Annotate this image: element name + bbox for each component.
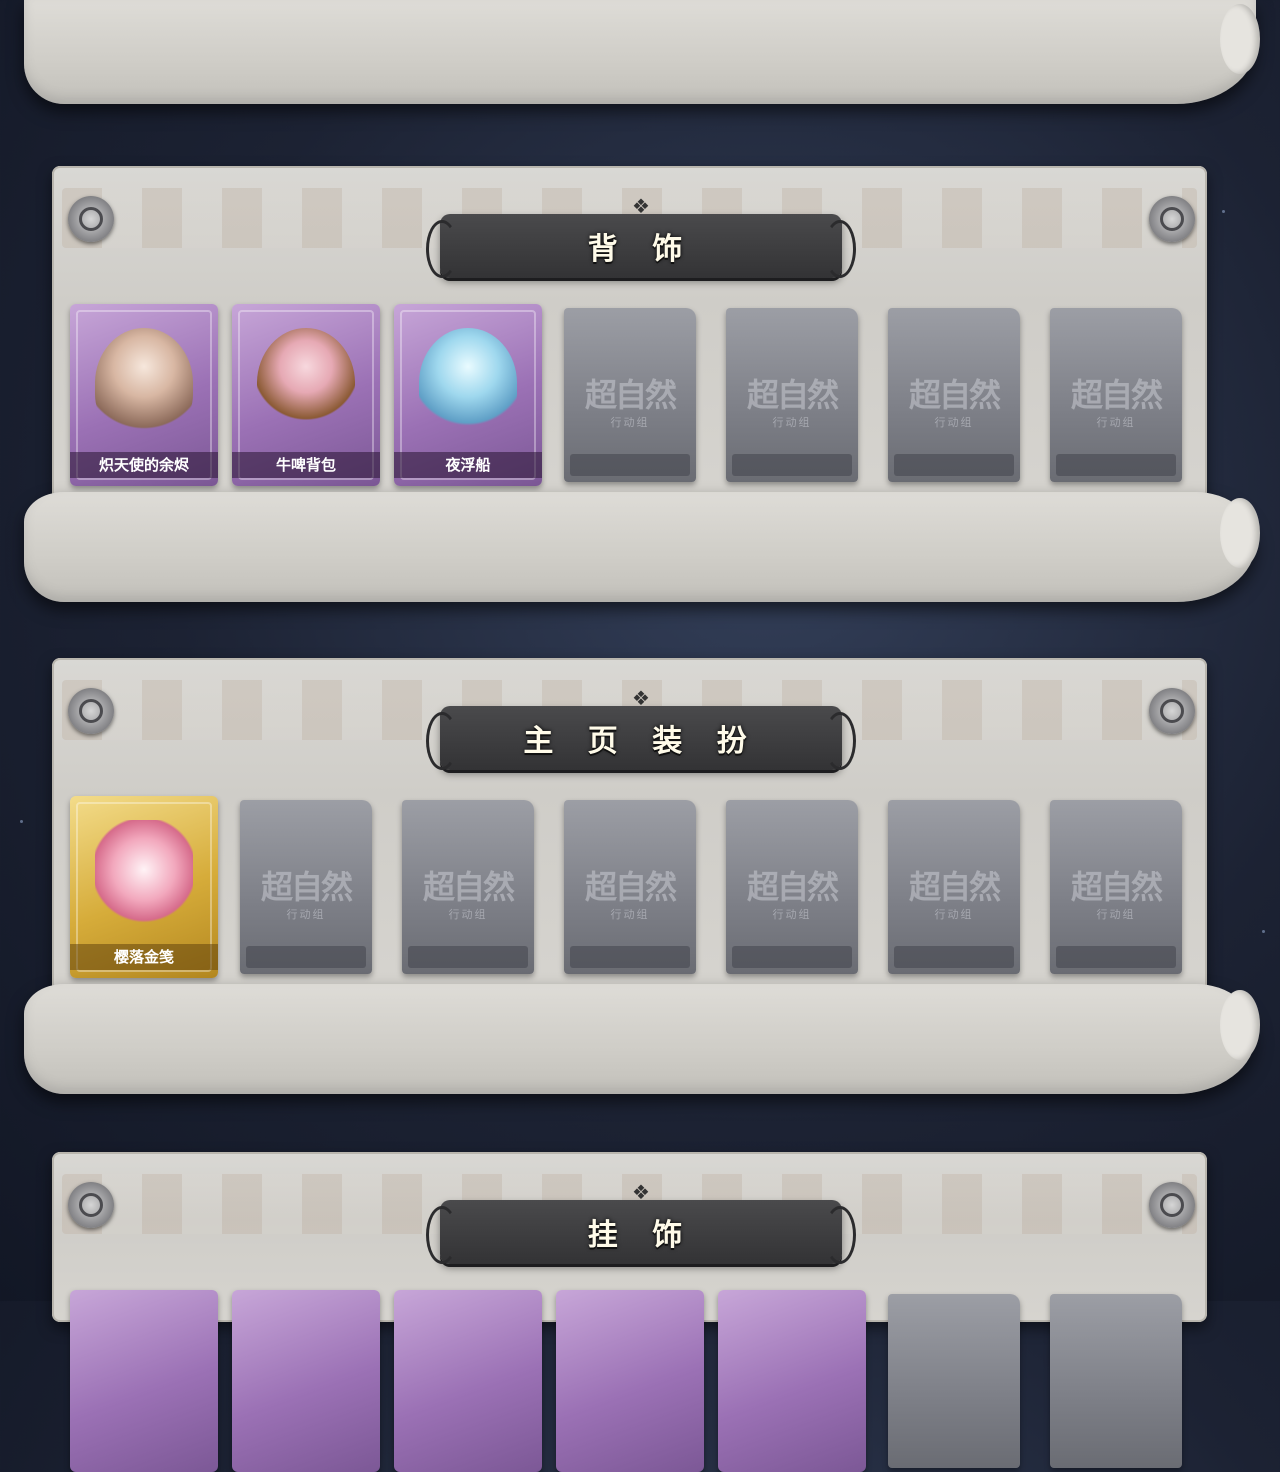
item-name: 夜浮船: [394, 452, 542, 478]
fleur-ornament-icon: ❖: [632, 686, 650, 710]
card-base: [570, 946, 690, 968]
scroll-curl: [1220, 4, 1260, 74]
locked-logo: 超自然: [746, 376, 839, 414]
locked-logo-sub: 行动组: [772, 908, 812, 921]
cherry-blossom-letter-icon: [95, 820, 193, 930]
item-grid: 樱落金笺 超自然 行动组 超自然 行动组 超自然 行动组 超自然 行动组 超自然…: [70, 796, 1190, 978]
corner-medal-icon: [1149, 688, 1195, 734]
item-name: 樱落金笺: [70, 944, 218, 970]
item-card[interactable]: 樱落金笺: [70, 796, 218, 978]
locked-item-card[interactable]: 超自然 行动组: [1050, 800, 1182, 974]
section-title-plate: ❖ 挂 饰: [426, 1182, 856, 1264]
section-title: 主 页 装 扮: [523, 724, 759, 759]
section-panel-pendant: ❖ 挂 饰: [52, 1152, 1207, 1472]
card-base: [894, 454, 1014, 476]
locked-logo: 超自然: [746, 868, 839, 906]
item-card[interactable]: 夜浮船: [394, 304, 542, 486]
corner-medal-icon: [68, 1182, 114, 1228]
jellyfish-icon: [419, 328, 517, 438]
locked-logo-sub: 行动组: [934, 908, 974, 921]
locked-logo: 超自然: [1070, 868, 1163, 906]
section-title: 挂 饰: [587, 1218, 695, 1253]
cow-beer-mug-icon: [257, 328, 355, 438]
locked-logo-sub: 行动组: [448, 908, 488, 921]
card-base: [1056, 454, 1176, 476]
locked-logo-sub: 行动组: [934, 416, 974, 429]
card-base: [732, 454, 852, 476]
locked-logo-sub: 行动组: [610, 908, 650, 921]
card-base: [732, 946, 852, 968]
section-panel-homepage-decoration: ❖ 主 页 装 扮 樱落金笺 超自然 行动组 超自然 行动组 超自然 行动组 超…: [52, 658, 1207, 998]
section-title-plate: ❖ 背 饰: [426, 196, 856, 278]
section-title-plate: ❖ 主 页 装 扮: [426, 688, 856, 770]
locked-item-card[interactable]: 超自然 行动组: [888, 800, 1020, 974]
locked-logo: 超自然: [422, 868, 515, 906]
item-card[interactable]: [70, 1290, 218, 1472]
locked-logo: 超自然: [908, 868, 1001, 906]
card-base: [1056, 946, 1176, 968]
locked-logo-sub: 行动组: [1096, 908, 1136, 921]
scroll-curl: [1220, 990, 1260, 1060]
card-base: [408, 946, 528, 968]
item-card[interactable]: [556, 1290, 704, 1472]
item-grid: 炽天使的余烬 牛啤背包 夜浮船 超自然 行动组 超自然 行动组 超自然 行动组: [70, 304, 1190, 486]
locked-item-card[interactable]: 超自然 行动组: [564, 308, 696, 482]
locked-logo-sub: 行动组: [772, 416, 812, 429]
scroll-curl: [1220, 498, 1260, 568]
locked-item-card[interactable]: [888, 1294, 1020, 1468]
item-card[interactable]: 牛啤背包: [232, 304, 380, 486]
item-card[interactable]: [232, 1290, 380, 1472]
background-star: [1262, 930, 1265, 933]
scroll-banner-top: [24, 0, 1260, 104]
card-base: [246, 946, 366, 968]
locked-item-card[interactable]: 超自然 行动组: [726, 308, 858, 482]
section-panel-back-accessory: ❖ 背 饰 炽天使的余烬 牛啤背包 夜浮船 超自然 行动组 超自然 行动组 超自…: [52, 166, 1207, 506]
scroll-banner: [24, 984, 1260, 1094]
background-star: [1222, 210, 1225, 213]
item-card[interactable]: [394, 1290, 542, 1472]
corner-medal-icon: [1149, 196, 1195, 242]
item-grid: [70, 1290, 1190, 1472]
locked-logo: 超自然: [260, 868, 353, 906]
fleur-ornament-icon: ❖: [632, 1180, 650, 1204]
corner-medal-icon: [68, 688, 114, 734]
locked-logo-sub: 行动组: [1096, 416, 1136, 429]
background-star: [20, 820, 23, 823]
locked-item-card[interactable]: 超自然 行动组: [402, 800, 534, 974]
section-title: 背 饰: [587, 232, 695, 267]
item-card[interactable]: 炽天使的余烬: [70, 304, 218, 486]
item-name: 炽天使的余烬: [70, 452, 218, 478]
locked-item-card[interactable]: 超自然 行动组: [726, 800, 858, 974]
locked-logo: 超自然: [1070, 376, 1163, 414]
card-base: [570, 454, 690, 476]
locked-logo: 超自然: [584, 868, 677, 906]
locked-item-card[interactable]: 超自然 行动组: [564, 800, 696, 974]
locked-item-card[interactable]: [1050, 1294, 1182, 1468]
fleur-ornament-icon: ❖: [632, 194, 650, 218]
locked-logo-sub: 行动组: [286, 908, 326, 921]
locked-logo-sub: 行动组: [610, 416, 650, 429]
angel-figure-icon: [95, 328, 193, 438]
locked-item-card[interactable]: 超自然 行动组: [240, 800, 372, 974]
scroll-banner: [24, 492, 1260, 602]
item-name: 牛啤背包: [232, 452, 380, 478]
locked-logo: 超自然: [584, 376, 677, 414]
item-card[interactable]: [718, 1290, 866, 1472]
locked-item-card[interactable]: 超自然 行动组: [1050, 308, 1182, 482]
card-base: [894, 946, 1014, 968]
locked-logo: 超自然: [908, 376, 1001, 414]
corner-medal-icon: [1149, 1182, 1195, 1228]
locked-item-card[interactable]: 超自然 行动组: [888, 308, 1020, 482]
corner-medal-icon: [68, 196, 114, 242]
